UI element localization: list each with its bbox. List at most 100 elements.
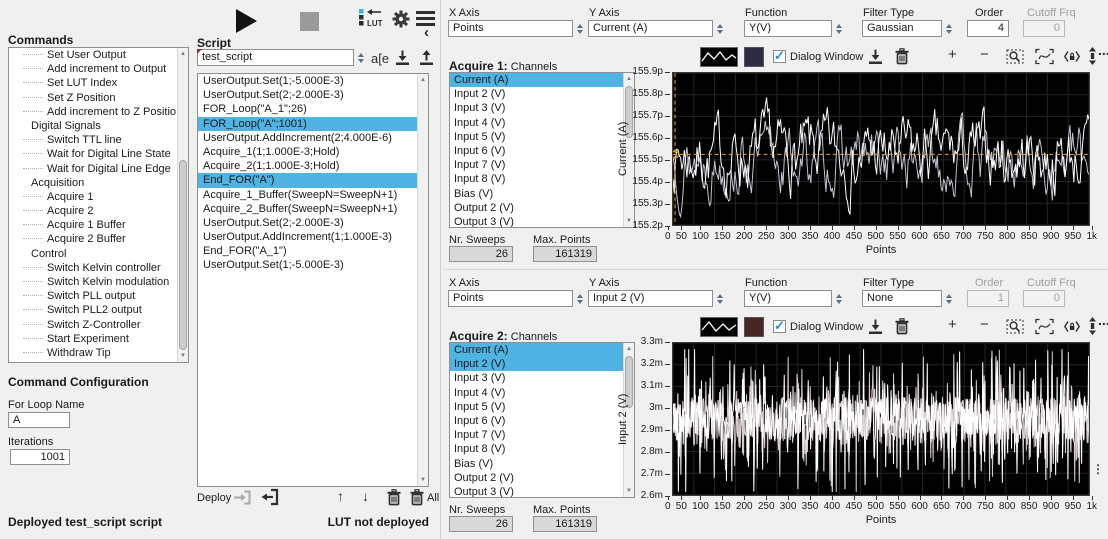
export-data-icon[interactable] <box>867 318 884 338</box>
channel-item[interactable]: Bias (V) <box>450 187 623 201</box>
channel-item[interactable]: Input 8 (V) <box>450 442 623 456</box>
channel-item[interactable]: Bias (V) <box>450 457 623 471</box>
move-down-icon[interactable]: ↓ <box>362 488 369 504</box>
command-item[interactable]: Wait for Digital Line State <box>9 147 177 161</box>
filter-type-spinner[interactable] <box>944 290 954 307</box>
channel-item[interactable]: Input 4 (V) <box>450 116 623 130</box>
command-item[interactable]: Acquisition <box>9 176 177 190</box>
autoscale-icon[interactable] <box>1035 48 1054 68</box>
more-options-icon[interactable]: ... <box>1098 42 1108 58</box>
collapse-chevron-icon[interactable]: ‹ <box>424 24 429 41</box>
channel-item[interactable]: Output 2 (V) <box>450 471 623 485</box>
x-axis-select[interactable]: Points <box>448 20 573 37</box>
channel-item[interactable]: Input 8 (V) <box>450 172 623 186</box>
channel-item[interactable]: Input 3 (V) <box>450 101 623 115</box>
load-script-icon[interactable] <box>418 49 435 69</box>
command-item[interactable]: Wait for Digital Line Edge <box>9 162 177 176</box>
plot-color-swatch[interactable] <box>744 47 764 67</box>
settings-gear-icon[interactable] <box>390 8 412 30</box>
script-line[interactable]: UserOutput.Set(2;-2.000E-3) <box>198 216 417 230</box>
channel-item[interactable]: Input 5 (V) <box>450 400 623 414</box>
command-item[interactable]: Set User Output <box>9 48 177 62</box>
command-item[interactable]: Start Experiment <box>9 332 177 346</box>
script-name-spinner[interactable] <box>356 49 366 66</box>
command-item[interactable]: Acquire 1 Buffer <box>9 218 177 232</box>
chart-more-handle-icon[interactable]: ⋮ <box>1092 462 1104 476</box>
clear-plot-icon[interactable] <box>894 318 910 338</box>
script-line[interactable]: Acquire_2_Buffer(SweepN=SweepN+1) <box>198 202 417 216</box>
delete-all-icon[interactable] <box>409 489 425 509</box>
channel-item[interactable]: Current (A) <box>450 73 623 88</box>
channel-item[interactable]: Output 3 (V) <box>450 215 623 227</box>
zoom-out-icon[interactable]: − <box>980 316 989 333</box>
x-axis-spinner[interactable] <box>575 290 585 307</box>
script-line[interactable]: End_FOR("A_1") <box>198 244 417 258</box>
export-data-icon[interactable] <box>867 48 884 68</box>
move-up-icon[interactable]: ↑ <box>337 488 344 504</box>
script-line[interactable]: UserOutput.Set(2;-2.000E-3) <box>198 88 417 102</box>
more-options-icon[interactable]: ... <box>1098 312 1108 328</box>
channel-item[interactable]: Current (A) <box>450 343 623 358</box>
script-line[interactable]: Acquire_1(1;1.000E-3;Hold) <box>198 145 417 159</box>
command-item[interactable]: Switch PLL output <box>9 289 177 303</box>
script-line[interactable]: UserOutput.Set(1;-5.000E-3) <box>198 74 417 88</box>
y-axis-spinner[interactable] <box>715 290 725 307</box>
command-item[interactable]: Add increment to Output <box>9 62 177 76</box>
channel-item[interactable]: Output 3 (V) <box>450 485 623 497</box>
x-axis-spinner[interactable] <box>575 20 585 37</box>
script-line[interactable]: UserOutput.AddIncrement(1;1.000E-3) <box>198 230 417 244</box>
command-item[interactable]: Set Z Position <box>9 91 177 105</box>
scroll-down-icon[interactable]: ▼ <box>178 350 188 362</box>
scale-lock-icon[interactable] <box>1063 50 1081 66</box>
script-line[interactable]: UserOutput.AddIncrement(2;4.000E-6) <box>198 131 417 145</box>
menu-icon[interactable] <box>416 11 435 14</box>
script-line[interactable]: End_FOR("A") <box>198 173 417 188</box>
deploy-icon[interactable] <box>259 488 279 509</box>
command-item[interactable]: Switch Z-Controller <box>9 318 177 332</box>
order-field[interactable]: 4 <box>967 20 1009 37</box>
plot-color-swatch[interactable] <box>744 317 764 337</box>
channel-item[interactable]: Input 6 (V) <box>450 144 623 158</box>
script-line[interactable]: Acquire_2(1;1.000E-3;Hold) <box>198 159 417 173</box>
channel-item[interactable]: Input 5 (V) <box>450 130 623 144</box>
filter-type-select[interactable]: Gaussian <box>862 20 942 37</box>
channel-item[interactable]: Input 3 (V) <box>450 371 623 385</box>
x-axis-select[interactable]: Points <box>448 290 573 307</box>
channel-item[interactable]: Input 2 (V) <box>450 357 623 372</box>
channel-item[interactable]: Output 2 (V) <box>450 201 623 215</box>
y-axis-select[interactable]: Current (A) <box>588 20 713 37</box>
function-select[interactable]: Y(V) <box>744 290 832 307</box>
script-line[interactable]: UserOutput.Set(1;-5.000E-3) <box>198 258 417 272</box>
command-item[interactable]: Control <box>9 247 177 261</box>
clear-plot-icon[interactable] <box>894 48 910 68</box>
function-spinner[interactable] <box>834 290 844 307</box>
zoom-out-icon[interactable]: − <box>980 46 989 63</box>
for-loop-name-input[interactable]: A <box>8 412 70 428</box>
scroll-up-icon[interactable]: ▲ <box>418 74 428 86</box>
function-select[interactable]: Y(V) <box>744 20 832 37</box>
command-item[interactable]: Acquire 2 Buffer <box>9 232 177 246</box>
function-spinner[interactable] <box>834 20 844 37</box>
script-line[interactable]: Acquire_1_Buffer(SweepN=SweepN+1) <box>198 188 417 202</box>
command-item[interactable]: Add increment to Z Positio <box>9 105 177 119</box>
scale-lock-icon[interactable] <box>1063 320 1081 336</box>
iterations-input[interactable]: 1001 <box>10 449 70 465</box>
dialog-window-checkbox[interactable] <box>773 48 786 64</box>
filter-type-select[interactable]: None <box>862 290 942 307</box>
command-item[interactable]: Acquire 2 <box>9 204 177 218</box>
script-line[interactable]: FOR_Loop("A_1";26) <box>198 102 417 116</box>
command-item[interactable]: Acquire 1 <box>9 190 177 204</box>
deploy-partial-icon[interactable] <box>233 489 252 509</box>
scrollbar-thumb[interactable] <box>179 160 187 350</box>
scroll-down-icon[interactable]: ▼ <box>418 474 428 486</box>
zoom-select-icon[interactable] <box>1006 318 1025 338</box>
script-line[interactable]: FOR_Loop("A";1001) <box>198 116 417 131</box>
scroll-up-icon[interactable]: ▲ <box>178 48 188 60</box>
cursor-tool-icon[interactable] <box>1088 47 1097 68</box>
plot-style-button[interactable] <box>700 47 738 67</box>
dialog-window-checkbox[interactable] <box>773 318 786 334</box>
channel-item[interactable]: Input 6 (V) <box>450 414 623 428</box>
lut-deploy-icon[interactable]: LUT <box>358 7 385 31</box>
channel-item[interactable]: Input 7 (V) <box>450 428 623 442</box>
filter-type-spinner[interactable] <box>944 20 954 37</box>
